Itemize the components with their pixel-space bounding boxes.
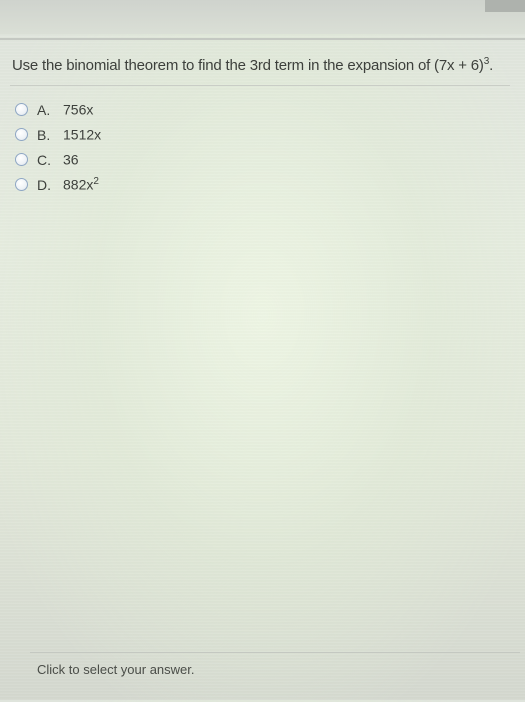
option-value: 36 — [63, 151, 79, 168]
question-body: Use the binomial theorem to find the 3rd… — [12, 57, 484, 74]
option-value: 756x — [63, 101, 94, 118]
question-divider — [10, 85, 510, 86]
answer-options: A. 756x B. 1512x C. 36 D. 882x2 — [15, 97, 101, 197]
option-c[interactable]: C. 36 — [15, 147, 101, 172]
radio-button-icon[interactable] — [15, 178, 28, 191]
option-d[interactable]: D. 882x2 — [15, 172, 101, 197]
option-value: 882x2 — [63, 176, 99, 193]
option-value: 1512x — [63, 126, 102, 143]
footer-divider — [30, 652, 520, 653]
answer-hint: Click to select your answer. — [37, 662, 195, 677]
question-trailing: . — [489, 57, 494, 74]
question-panel: Use the binomial theorem to find the 3rd… — [0, 38, 525, 702]
top-browser-strip — [0, 0, 525, 34]
option-letter: B. — [37, 126, 51, 143]
option-letter: D. — [37, 176, 51, 193]
radio-button-icon[interactable] — [15, 103, 28, 116]
question-text: Use the binomial theorem to find the 3rd… — [12, 56, 493, 74]
option-a[interactable]: A. 756x — [15, 97, 101, 122]
option-b[interactable]: B. 1512x — [15, 122, 101, 147]
radio-button-icon[interactable] — [15, 153, 28, 166]
radio-button-icon[interactable] — [15, 128, 28, 141]
option-letter: A. — [37, 101, 51, 118]
option-letter: C. — [37, 151, 51, 168]
top-corner-bar — [485, 0, 525, 12]
